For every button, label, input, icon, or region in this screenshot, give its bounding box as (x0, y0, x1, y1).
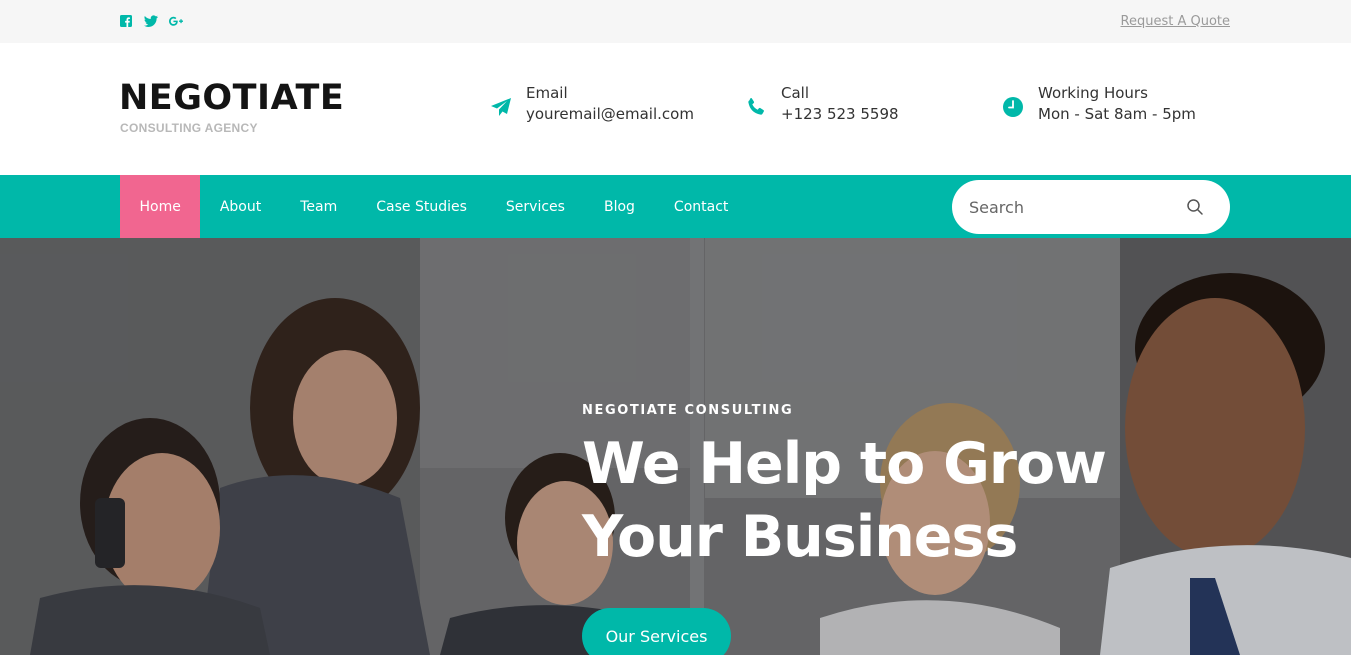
email-label: Email (526, 84, 568, 102)
nav-item-contact[interactable]: Contact (654, 175, 747, 238)
search-box (952, 180, 1230, 234)
logo-subtitle: CONSULTING AGENCY (120, 121, 258, 135)
hours-value: Mon - Sat 8am - 5pm (1038, 105, 1196, 123)
nav-item-team[interactable]: Team (281, 175, 357, 238)
hours-label: Working Hours (1038, 84, 1148, 102)
twitter-icon[interactable] (144, 14, 158, 28)
paper-plane-icon (488, 94, 514, 120)
nav-item-blog[interactable]: Blog (584, 175, 654, 238)
call-value[interactable]: +123 523 5598 (781, 104, 899, 125)
nav-item-case-studies[interactable]: Case Studies (357, 175, 487, 238)
hours-info: Working Hours Mon - Sat 8am - 5pm (1000, 83, 1196, 125)
hero-title: We Help to Grow Your Business (582, 431, 1107, 570)
call-label: Call (781, 84, 810, 102)
phone-icon (743, 94, 769, 120)
google-plus-icon[interactable] (169, 14, 183, 28)
nav-item-about[interactable]: About (200, 175, 280, 238)
clock-icon (1000, 94, 1026, 120)
our-services-button[interactable]: Our Services (582, 608, 731, 655)
request-quote-link[interactable]: Request A Quote (1121, 14, 1230, 29)
hero-kicker: NEGOTIATE CONSULTING (582, 403, 794, 418)
hero-section: NEGOTIATE CONSULTING We Help to Grow You… (0, 238, 1351, 655)
logo-title[interactable]: NEGOTIATE (119, 81, 344, 116)
nav-item-services[interactable]: Services (486, 175, 584, 238)
search-icon[interactable] (1186, 198, 1204, 216)
social-links (119, 14, 183, 28)
main-navbar: Home About Team Case Studies Services Bl… (0, 175, 1351, 238)
facebook-icon[interactable] (119, 14, 133, 28)
top-bar: Request A Quote (0, 0, 1351, 43)
nav-menu: Home About Team Case Studies Services Bl… (120, 175, 748, 238)
email-info: Email youremail@email.com (488, 83, 694, 125)
nav-item-home[interactable]: Home (120, 175, 201, 238)
search-input[interactable] (952, 197, 1172, 217)
call-info: Call +123 523 5598 (743, 83, 899, 125)
email-value[interactable]: youremail@email.com (526, 104, 694, 125)
site-header: NEGOTIATE CONSULTING AGENCY Email yourem… (0, 43, 1351, 175)
